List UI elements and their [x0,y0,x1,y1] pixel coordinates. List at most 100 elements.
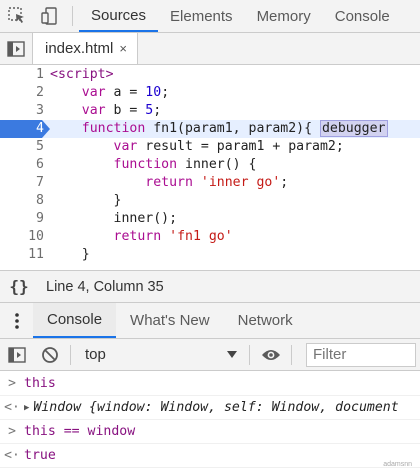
code-line[interactable]: 1 <script> [0,66,420,84]
code-token: 10 [145,85,162,100]
device-toolbar-button[interactable] [33,0,66,32]
drawer-menu-button[interactable] [0,303,33,338]
debugger-statement: debugger [319,120,388,137]
console-result-line: <· true [0,444,420,468]
code-token: function [81,121,146,136]
line-number[interactable]: 5 [0,138,50,156]
tab-elements[interactable]: Elements [158,0,245,32]
drawer-tab-console[interactable]: Console [33,303,117,338]
code-text: function fn1(param1, param2){ debugger [50,120,388,138]
code-line[interactable]: 6 function inner() { [0,156,420,174]
code-line[interactable]: 5 var result = param1 + param2; [0,138,420,156]
code-text: } [50,192,122,210]
cursor-position: Line 4, Column 35 [46,278,164,295]
code-text: inner(); [50,210,178,228]
file-tab-index-html[interactable]: index.html × [33,33,138,64]
line-number[interactable]: 10 [0,228,50,246]
code-token: } [50,247,90,262]
line-number[interactable]: 8 [0,192,50,210]
code-token: ; [280,175,289,190]
line-number[interactable]: 3 [0,102,50,120]
line-number[interactable]: 2 [0,84,50,102]
code-line[interactable]: 3 var b = 5; [0,102,420,120]
clear-icon [41,346,58,363]
input-prompt-icon: > [8,424,16,439]
console-sidebar-button[interactable] [0,339,33,371]
toolbar-divider [72,6,73,26]
code-line[interactable]: 7 return 'inner go'; [0,174,420,192]
live-expression-button[interactable] [254,339,287,371]
sidebar-toggle-icon [7,40,25,57]
line-number[interactable]: 11 [0,246,50,264]
code-text: return 'fn1 go' [50,228,233,246]
line-number[interactable]: 7 [0,174,50,192]
code-text: function inner() { [50,156,257,174]
tab-sources[interactable]: Sources [79,0,159,32]
devtools-top-tabbar: Sources Elements Memory Console [0,0,420,33]
line-number[interactable]: 1 [0,66,50,84]
eye-icon [261,349,280,360]
code-token: var [113,139,138,154]
console-messages[interactable]: > this <· ▶ Window {window: Window, self… [0,372,420,472]
line-number[interactable]: 9 [0,210,50,228]
output-prompt-icon: <· [4,448,20,463]
drawer-tab-whats-new[interactable]: What's New [116,303,224,338]
console-input-line: > this == window [0,420,420,444]
code-token: } [50,193,122,208]
code-token: inner(); [50,211,178,226]
output-prompt-icon: <· [4,400,20,415]
line-number[interactable]: 4 [0,120,50,138]
code-token: result = param1 + param2; [137,139,344,154]
clear-console-button[interactable] [33,339,66,371]
code-token: b = [105,103,146,118]
line-number[interactable]: 6 [0,156,50,174]
watermark: adamsnn [383,461,412,468]
code-text: var a = 10; [50,84,169,102]
console-input-text: this [24,376,56,391]
drawer-tabbar: Console What's New Network [0,303,420,339]
code-token: inner() { [177,157,257,172]
code-token: 'inner go' [200,175,281,190]
console-object-preview[interactable]: Window {window: Window, self: Window, do… [33,400,398,415]
code-token: 'fn1 go' [169,229,233,244]
sidebar-toggle-icon [7,346,26,363]
code-token: var [81,103,106,118]
console-filter-input[interactable] [306,342,416,367]
code-token: return [113,229,162,244]
code-line[interactable]: 10 return 'fn1 go' [0,228,420,246]
dropdown-arrow-icon [227,350,237,358]
device-mode-icon [40,7,57,25]
toggle-navigator-button[interactable] [0,33,33,64]
tab-memory[interactable]: Memory [245,0,323,32]
code-token: a = [105,85,146,100]
console-input-line: > this [0,372,420,396]
expand-triangle-icon[interactable]: ▶ [24,403,29,413]
tab-console[interactable]: Console [323,0,402,32]
code-line[interactable]: 8 } [0,192,420,210]
code-text: <script> [50,66,114,84]
code-token: function [113,157,178,172]
console-toolbar: top [0,339,420,371]
execution-context-select[interactable]: top [75,339,245,371]
code-token: return [145,175,193,190]
code-editor[interactable]: 1 <script> 2 var a = 10; 3 var b = 5; 4 func… [0,66,420,270]
code-text: var b = 5; [50,102,161,120]
code-text: var result = param1 + param2; [50,138,344,156]
inspect-element-button[interactable] [0,0,33,32]
code-line-current[interactable]: 4 function fn1(param1, param2){ debugger [0,120,420,138]
cursor-select-icon [7,7,24,23]
context-label: top [85,346,106,363]
code-line[interactable]: 9 inner(); [0,210,420,228]
drawer-tab-network[interactable]: Network [224,303,307,338]
code-text: return 'inner go'; [50,174,288,192]
code-line[interactable]: 2 var a = 10; [0,84,420,102]
code-text: } [50,246,90,264]
pretty-print-icon[interactable]: {} [0,277,38,296]
close-icon[interactable]: × [119,41,127,56]
code-line[interactable]: 11 } [0,246,420,264]
